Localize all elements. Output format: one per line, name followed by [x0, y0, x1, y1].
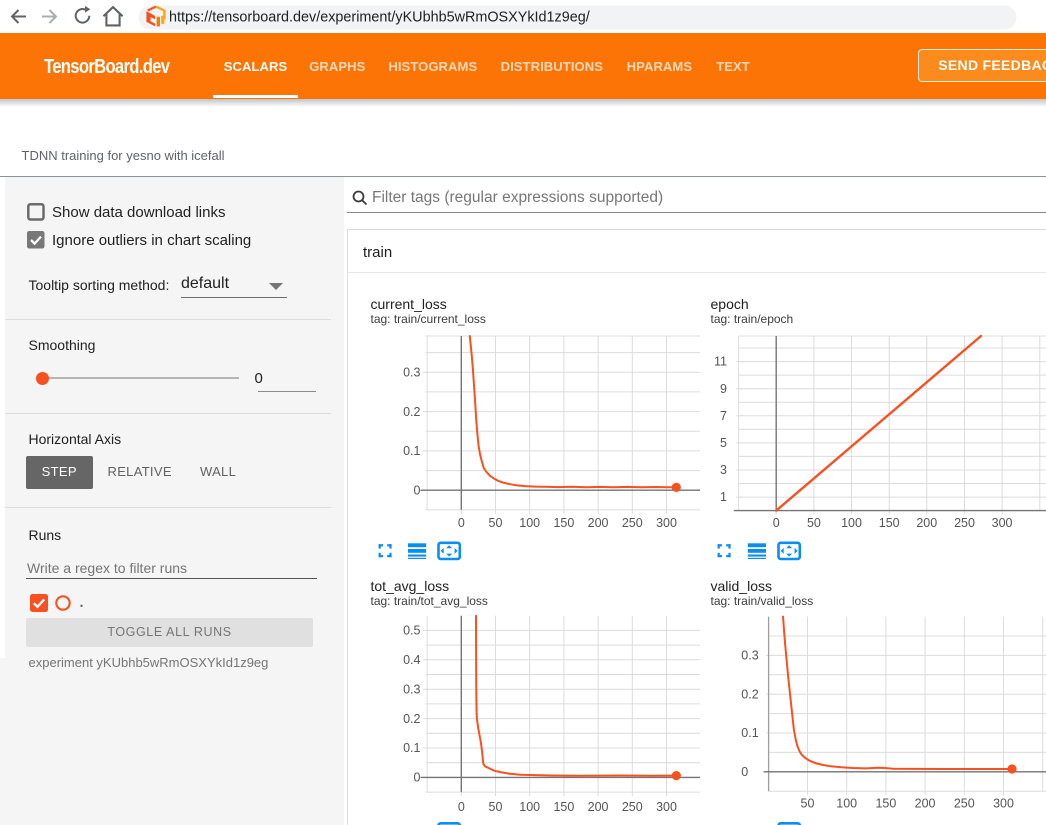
- svg-text:0: 0: [741, 765, 748, 779]
- svg-text:0.1: 0.1: [403, 741, 420, 755]
- svg-text:7: 7: [720, 409, 727, 423]
- svg-text:50: 50: [801, 797, 815, 811]
- svg-text:0.5: 0.5: [403, 624, 420, 638]
- svg-text:0: 0: [414, 771, 421, 785]
- svg-text:0.2: 0.2: [403, 405, 420, 419]
- svg-text:9: 9: [720, 382, 727, 396]
- svg-text:300: 300: [993, 797, 1014, 811]
- svg-text:0.4: 0.4: [403, 653, 420, 667]
- svg-text:200: 200: [588, 800, 609, 814]
- svg-text:0.1: 0.1: [403, 444, 420, 458]
- svg-text:100: 100: [841, 516, 862, 530]
- svg-text:300: 300: [656, 800, 677, 814]
- svg-text:0.2: 0.2: [403, 712, 420, 726]
- svg-text:200: 200: [588, 516, 609, 530]
- svg-text:150: 150: [553, 800, 574, 814]
- svg-text:150: 150: [875, 797, 896, 811]
- svg-text:1: 1: [720, 490, 727, 504]
- svg-text:250: 250: [954, 797, 975, 811]
- svg-text:0: 0: [458, 800, 465, 814]
- svg-text:150: 150: [553, 516, 574, 530]
- svg-text:0.1: 0.1: [741, 726, 758, 740]
- svg-text:0.3: 0.3: [741, 649, 758, 663]
- svg-text:11: 11: [714, 355, 727, 369]
- svg-text:100: 100: [836, 797, 857, 811]
- svg-text:50: 50: [807, 516, 821, 530]
- svg-text:250: 250: [622, 516, 643, 530]
- svg-text:0: 0: [414, 483, 421, 497]
- svg-text:50: 50: [489, 516, 503, 530]
- svg-text:250: 250: [954, 516, 975, 530]
- svg-text:0: 0: [773, 516, 780, 530]
- svg-text:300: 300: [992, 516, 1013, 530]
- svg-text:5: 5: [720, 436, 727, 450]
- svg-text:200: 200: [916, 516, 937, 530]
- svg-text:50: 50: [489, 800, 503, 814]
- svg-text:150: 150: [879, 516, 900, 530]
- svg-text:100: 100: [519, 516, 540, 530]
- svg-text:100: 100: [519, 800, 540, 814]
- svg-text:250: 250: [622, 800, 643, 814]
- svg-text:0.3: 0.3: [403, 682, 420, 696]
- svg-text:200: 200: [915, 797, 936, 811]
- svg-text:300: 300: [656, 516, 677, 530]
- svg-text:0.2: 0.2: [741, 687, 758, 701]
- svg-text:3: 3: [720, 463, 727, 477]
- svg-text:0: 0: [458, 516, 465, 530]
- svg-text:0.3: 0.3: [403, 366, 420, 380]
